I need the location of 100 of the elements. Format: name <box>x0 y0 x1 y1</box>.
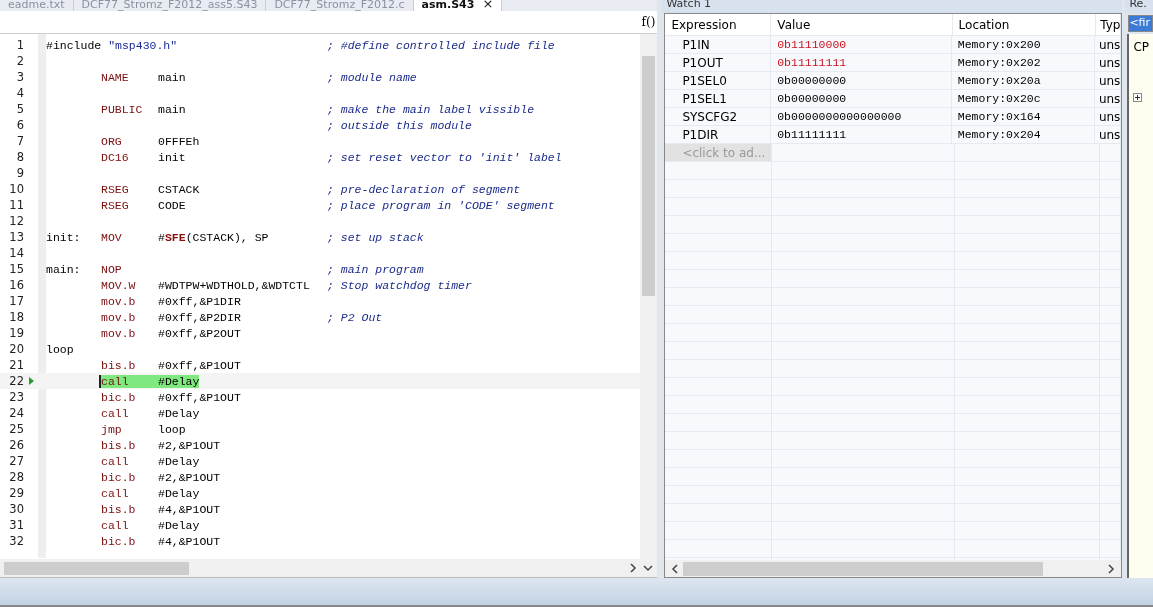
plus-icon[interactable] <box>1133 93 1143 102</box>
table-cell: uns <box>1094 126 1122 143</box>
instruction: call <box>101 486 129 500</box>
operand: 0FFFEh <box>158 134 200 148</box>
instruction: mov.b <box>101 310 136 324</box>
code-comment: ; outside this module <box>327 118 472 132</box>
table-cell: SYSCFG2 <box>665 108 772 125</box>
line-number: 7 <box>15 134 24 148</box>
column-header[interactable]: Value <box>771 14 953 35</box>
operand: loop <box>158 422 186 436</box>
instruction: call <box>101 454 129 468</box>
vertical-scrollbar[interactable] <box>640 34 658 559</box>
code-comment: ; P2 Out <box>327 310 383 324</box>
table-cell: P1IN <box>665 36 772 53</box>
instruction: NOP <box>101 262 122 276</box>
table-cell: 0b11111111 <box>771 54 952 71</box>
table-cell: 0b0000000000000000 <box>771 108 952 125</box>
code-comment: ; pre-declaration of segment <box>327 182 521 196</box>
operand: #Delay <box>158 454 200 468</box>
line-number: 2 <box>15 54 24 68</box>
list-item: CP <box>1133 40 1149 54</box>
instruction: mov.b <box>101 294 136 308</box>
operand: #4,&P1OUT <box>158 534 221 548</box>
operand: #0xff,&P2OUT <box>158 326 241 340</box>
table-cell: uns <box>1094 72 1122 89</box>
instruction: call <box>101 406 129 420</box>
instruction: MOV <box>101 230 122 244</box>
table-cell: Memory:0x20a <box>951 72 1095 89</box>
line-number: 11 <box>8 198 24 212</box>
operand: CSTACK <box>158 182 200 196</box>
code-comment: ; module name <box>327 70 417 84</box>
instruction: call <box>101 374 129 388</box>
operand: #0xff,&P1OUT <box>158 390 241 404</box>
line-number: 25 <box>8 422 24 436</box>
code-comment: ; make the main label vissible <box>327 102 535 116</box>
table-cell: P1SEL0 <box>665 72 772 89</box>
table-cell: Memory:0x200 <box>951 36 1095 53</box>
table-cell: uns <box>1094 36 1122 53</box>
table-cell: P1OUT <box>665 54 772 71</box>
line-number: 13 <box>8 230 24 244</box>
table-cell: P1SEL1 <box>665 90 772 107</box>
line-number: 23 <box>8 390 24 404</box>
instruction: ORG <box>101 134 122 148</box>
table-cell: 0b11111111 <box>771 126 952 143</box>
table-cell: P1DIR <box>665 126 772 143</box>
table-cell: 0b11110000 <box>771 36 952 53</box>
operand: main <box>158 70 186 84</box>
operand: main <box>158 102 186 116</box>
line-number: 29 <box>8 486 24 500</box>
instruction: RSEG <box>101 198 129 212</box>
code-comment: ; place program in 'CODE' segment <box>327 198 555 212</box>
line-number: 12 <box>8 214 24 228</box>
operand: #0xff,&P1OUT <box>158 358 241 372</box>
operand: #2,&P1OUT <box>158 438 221 452</box>
code-comment: ; main program <box>327 262 424 276</box>
line-number: 21 <box>8 358 24 372</box>
arrow-icon <box>28 377 34 385</box>
operand: #Delay <box>158 518 200 532</box>
column-header[interactable]: Expression <box>665 14 772 35</box>
line-number: 14 <box>8 246 24 260</box>
operand: #WDTPW+WDTHOLD,&WDTCTL <box>158 278 310 292</box>
line-number: 31 <box>8 518 24 532</box>
table-cell: uns <box>1094 90 1122 107</box>
line-number: 19 <box>8 326 24 340</box>
table-cell: uns <box>1094 108 1122 125</box>
function-button[interactable]: f() <box>639 11 658 33</box>
instruction: RSEG <box>101 182 129 196</box>
operand: #0xff,&P2DIR <box>158 310 241 324</box>
line-number: 3 <box>15 70 24 84</box>
operand: #0xff,&P1DIR <box>158 294 241 308</box>
horizontal-scrollbar[interactable] <box>665 560 1122 577</box>
operand: init <box>158 150 186 164</box>
operand: #2,&P1OUT <box>158 470 221 484</box>
operand: #Delay <box>158 406 200 420</box>
code-comment: ; #define controlled include file <box>327 38 555 52</box>
line-number: 9 <box>15 166 24 180</box>
operand: CODE <box>158 198 186 212</box>
column-header[interactable]: Typ <box>1096 14 1122 35</box>
code-label: main: <box>46 262 81 276</box>
line-number: 15 <box>8 262 24 276</box>
instruction: MOV.W <box>101 278 136 292</box>
search-field[interactable]: <fir <box>1128 15 1153 32</box>
instruction: bis.b <box>101 438 136 452</box>
instruction: mov.b <box>101 326 136 340</box>
operand: #SFE(CSTACK), SP <box>158 230 269 244</box>
code-comment: ; Stop watchdog timer <box>327 278 472 292</box>
instruction: PUBLIC <box>101 102 143 116</box>
operand: #Delay <box>158 374 200 388</box>
instruction: bis.b <box>101 502 136 516</box>
horizontal-scrollbar[interactable] <box>0 559 658 577</box>
column-header[interactable]: Location <box>952 14 1097 35</box>
instruction: bic.b <box>101 470 136 484</box>
line-number: 27 <box>8 454 24 468</box>
code-comment: ; set reset vector to 'init' label <box>327 150 562 164</box>
instruction: bic.b <box>101 534 136 548</box>
line-number: 24 <box>8 406 24 420</box>
line-number: 18 <box>8 310 24 324</box>
code-label: loop <box>46 342 74 356</box>
line-number: 5 <box>15 102 24 116</box>
line-number: 8 <box>15 150 24 164</box>
